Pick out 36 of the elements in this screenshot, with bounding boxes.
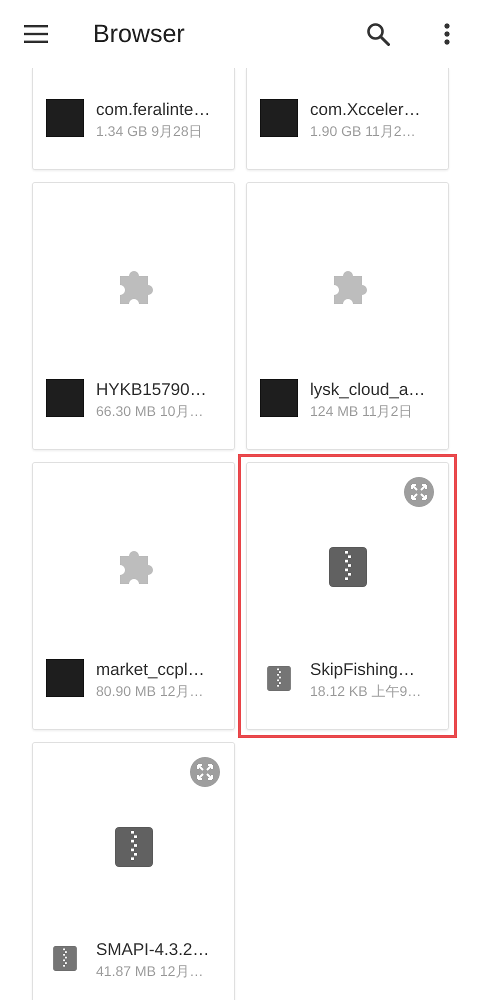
file-card[interactable]: SMAPI-4.3.2… 41.87 MB 12月… <box>32 742 235 1000</box>
more-options-icon[interactable] <box>444 23 450 45</box>
file-card[interactable]: SkipFishing… 18.12 KB 上午9… <box>246 462 449 730</box>
expand-icon[interactable] <box>190 757 220 787</box>
app-title: Browser <box>93 20 186 48</box>
file-card[interactable]: market_ccpl… 80.90 MB 12月… <box>32 462 235 730</box>
thumbnail <box>46 659 84 697</box>
zip-file-icon <box>114 827 152 867</box>
zip-file-icon <box>267 666 291 690</box>
file-name: com.Xcceler… <box>310 99 421 121</box>
file-card[interactable]: com.Xcceler… 1.90 GB 11月2… <box>246 68 449 170</box>
file-name: HYKB15790… <box>96 379 207 401</box>
zip-file-icon <box>328 547 366 587</box>
file-card[interactable]: com.feralinte… 1.34 GB 9月28日 <box>32 68 235 170</box>
expand-icon[interactable] <box>404 477 434 507</box>
file-details: 80.90 MB 12月… <box>96 682 204 701</box>
thumbnail <box>260 99 298 137</box>
thumbnail <box>46 99 84 137</box>
file-card[interactable]: HYKB15790… 66.30 MB 10月… <box>32 182 235 450</box>
file-details: 1.90 GB 11月2… <box>310 122 417 141</box>
file-name: SMAPI-4.3.2… <box>96 939 210 961</box>
file-details: 124 MB 11月2日 <box>310 402 414 421</box>
file-details: 18.12 KB 上午9… <box>310 682 422 701</box>
file-name: lysk_cloud_a… <box>310 379 426 401</box>
file-name: market_ccpl… <box>96 659 205 681</box>
file-name: com.feralinte… <box>96 99 210 121</box>
file-card[interactable]: lysk_cloud_a… 124 MB 11月2日 <box>246 182 449 450</box>
thumbnail <box>46 379 84 417</box>
file-details: 1.34 GB 9月28日 <box>96 122 204 141</box>
search-icon[interactable] <box>366 22 390 46</box>
file-details: 41.87 MB 12月… <box>96 962 204 981</box>
menu-icon[interactable] <box>24 25 48 43</box>
file-details: 66.30 MB 10月… <box>96 402 204 421</box>
thumbnail <box>260 379 298 417</box>
file-name: SkipFishing… <box>310 659 416 681</box>
zip-file-icon <box>53 946 77 970</box>
